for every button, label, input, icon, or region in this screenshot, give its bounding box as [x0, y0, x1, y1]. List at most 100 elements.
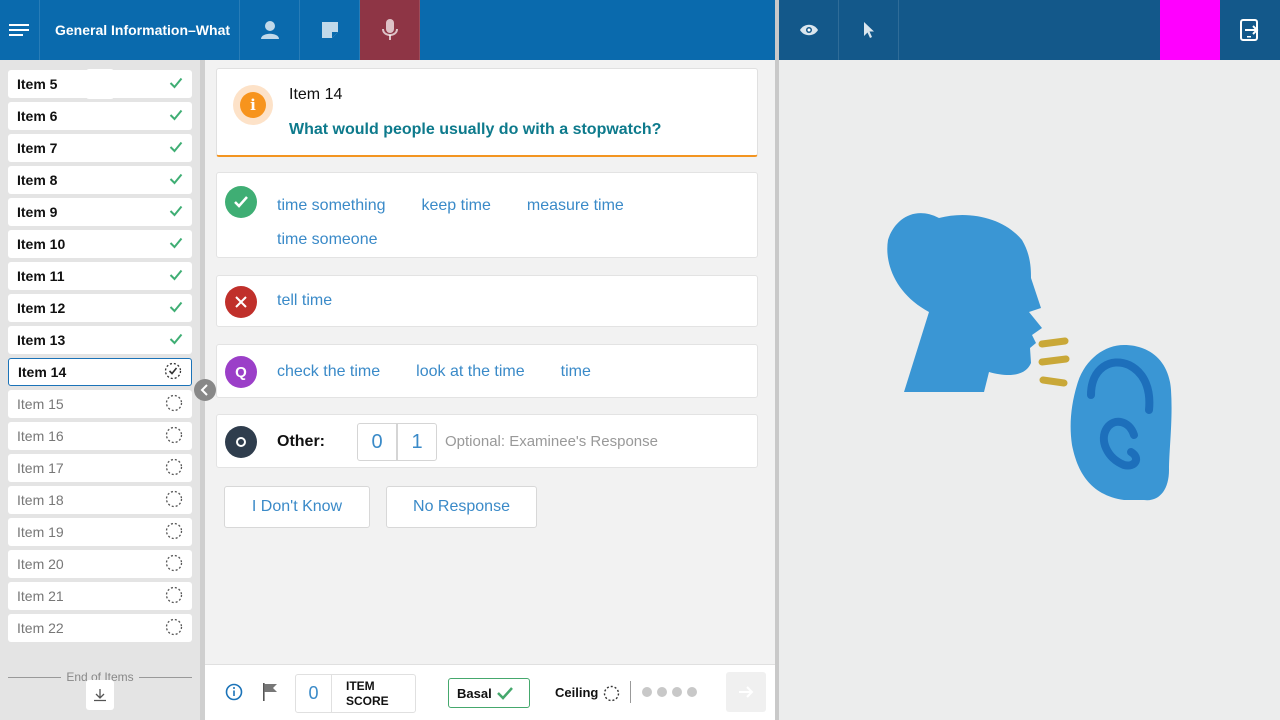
sidebar-item[interactable]: Item 7	[8, 134, 192, 162]
check-icon	[169, 108, 183, 124]
sidebar-item[interactable]: Item 6	[8, 102, 192, 130]
chevron-left-icon	[200, 384, 208, 396]
sidebar-item[interactable]: Item 8	[8, 166, 192, 194]
question-card: i Item 14 What would people usually do w…	[216, 68, 758, 157]
examinee-view	[779, 60, 1280, 720]
item-list: Item 5 Item 6 Item 7 Item 8 Item 9 Item 10 Ite…	[8, 70, 192, 646]
sidebar-item[interactable]: Item 5	[8, 70, 192, 98]
sidebar-item-label: Item 19	[17, 524, 64, 540]
sidebar-item[interactable]: Item 11	[8, 262, 192, 290]
sidebar-item[interactable]: Item 10	[8, 230, 192, 258]
pending-icon	[165, 522, 183, 543]
sidebar-item[interactable]: Item 9	[8, 198, 192, 226]
microphone-icon	[381, 19, 398, 40]
sidebar-item-label: Item 9	[17, 204, 58, 220]
menu-button[interactable]	[0, 0, 40, 60]
sidebar-item[interactable]: Item 13	[8, 326, 192, 354]
correct-response-list: time something keep time measure time time …	[277, 189, 737, 257]
sidebar-item[interactable]: Item 18	[8, 486, 192, 514]
incorrect-response-word[interactable]: tell time	[277, 292, 332, 310]
basal-indicator: Basal	[448, 678, 530, 708]
info-icon: i	[240, 92, 266, 118]
pending-icon	[165, 618, 183, 639]
progress-dot	[672, 687, 682, 697]
other-label: Other:	[277, 433, 325, 450]
sidebar-item[interactable]: Item 16	[8, 422, 192, 450]
check-icon	[169, 140, 183, 156]
sidebar-item-label: Item 12	[17, 300, 66, 316]
sidebar-item[interactable]: Item 20	[8, 550, 192, 578]
no-response-button[interactable]: No Response	[386, 486, 537, 528]
highlight-block	[1160, 0, 1220, 60]
screen-exit-icon	[1240, 19, 1259, 41]
sidebar-item-label: Item 11	[17, 268, 65, 284]
pointer-button[interactable]	[839, 0, 899, 60]
sidebar-item-label: Item 17	[17, 460, 64, 476]
examinee-button[interactable]	[240, 0, 300, 60]
check-icon	[169, 204, 183, 220]
info-outline-icon[interactable]	[225, 683, 243, 706]
question-item-label: Item 14	[289, 86, 343, 103]
in-progress-icon	[164, 362, 182, 383]
preview-button[interactable]	[779, 0, 839, 60]
check-icon[interactable]	[225, 186, 257, 218]
query-responses-card: Q check the time look at the time time	[216, 344, 758, 398]
sidebar-item[interactable]: Item 19	[8, 518, 192, 546]
check-icon	[169, 172, 183, 188]
info-badge: i	[233, 85, 273, 125]
query-response-word[interactable]: check the time	[277, 363, 380, 381]
person-icon	[260, 21, 279, 39]
pending-icon	[165, 458, 183, 479]
correct-response-word[interactable]: time something	[277, 189, 386, 223]
incorrect-responses-card: tell time	[216, 275, 758, 327]
switch-screen-button[interactable]	[1220, 0, 1280, 60]
correct-response-word[interactable]: keep time	[422, 189, 491, 223]
next-item-button[interactable]	[726, 672, 766, 712]
sidebar-item[interactable]: Item 15	[8, 390, 192, 418]
item-score-box: 0 ITEM SCORE	[295, 674, 416, 713]
check-icon	[169, 268, 183, 284]
examinee-response-input[interactable]: Optional: Examinee's Response	[445, 433, 658, 450]
sidebar-item-label: Item 22	[17, 620, 64, 636]
notes-button[interactable]	[300, 0, 360, 60]
basal-check-icon	[496, 687, 513, 700]
query-icon[interactable]: Q	[225, 356, 257, 388]
dont-know-button[interactable]: I Don't Know	[224, 486, 370, 528]
other-icon	[225, 426, 257, 458]
sidebar-item-label: Item 20	[17, 556, 64, 572]
collapse-sidebar-button[interactable]	[194, 379, 216, 401]
item-score-value: 0	[296, 675, 332, 712]
scroll-bottom-button[interactable]	[86, 680, 114, 710]
correct-response-word[interactable]: time someone	[277, 223, 378, 257]
sidebar-item-label: Item 21	[17, 588, 64, 604]
query-response-word[interactable]: look at the time	[416, 363, 525, 381]
sidebar-item[interactable]: Item 14	[8, 358, 192, 386]
eye-icon	[799, 24, 818, 36]
sidebar-item-label: Item 5	[17, 76, 58, 92]
check-icon	[169, 332, 183, 348]
footer-separator	[630, 681, 631, 703]
sidebar-item-label: Item 18	[17, 492, 64, 508]
question-text: What would people usually do with a stop…	[289, 121, 662, 138]
sidebar-item-label: Item 7	[17, 140, 58, 156]
sidebar-item[interactable]: Item 17	[8, 454, 192, 482]
query-response-list: check the time look at the time time	[277, 363, 627, 381]
sidebar-item-label: Item 10	[17, 236, 66, 252]
record-button[interactable]	[360, 0, 420, 60]
hamburger-icon	[8, 24, 29, 36]
ceiling-pending-icon	[603, 685, 620, 707]
score-option-0[interactable]: 0	[357, 423, 397, 461]
x-icon[interactable]	[225, 286, 257, 318]
query-response-word[interactable]: time	[561, 363, 591, 381]
sidebar-item-label: Item 13	[17, 332, 66, 348]
sidebar-item[interactable]: Item 21	[8, 582, 192, 610]
item-sidebar: Item 5 Item 6 Item 7 Item 8 Item 9 Item 10 Ite…	[0, 60, 200, 720]
pending-icon	[165, 490, 183, 511]
sidebar-item[interactable]: Item 22	[8, 614, 192, 642]
score-option-1[interactable]: 1	[397, 423, 437, 461]
pending-icon	[165, 426, 183, 447]
flag-icon[interactable]	[261, 682, 279, 707]
correct-response-word[interactable]: measure time	[527, 189, 624, 223]
sidebar-item[interactable]: Item 12	[8, 294, 192, 322]
arrow-down-to-bottom-icon	[94, 689, 106, 702]
